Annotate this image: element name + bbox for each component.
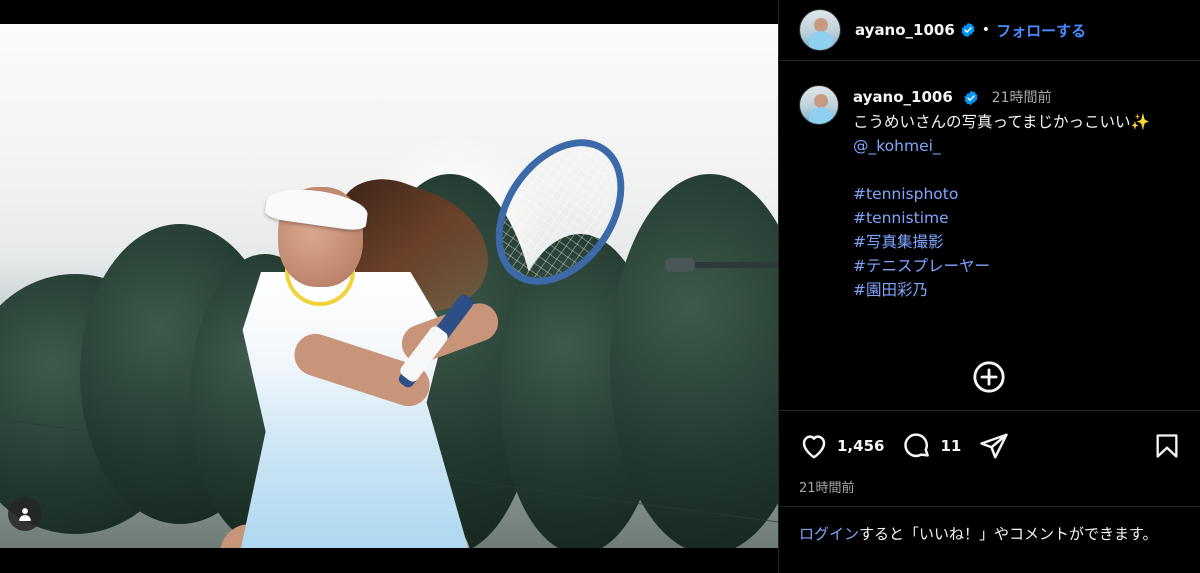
separator-dot: • (981, 22, 991, 38)
post-photo (0, 24, 778, 548)
tennis-player (0, 24, 778, 548)
caption-body: ayano_1006 21時間前 こうめいさんの写真ってまじかっこいい✨ @_k… (853, 85, 1180, 302)
comment-count[interactable]: 11 (940, 437, 961, 455)
header-username[interactable]: ayano_1006 (855, 21, 955, 39)
caption-row: ayano_1006 21時間前 こうめいさんの写真ってまじかっこいい✨ @_k… (799, 85, 1180, 302)
hashtag-link[interactable]: #tennisphoto (853, 182, 1180, 206)
bookmark-icon[interactable] (1153, 432, 1181, 460)
mention-link[interactable]: @_kohmei_ (853, 134, 1180, 158)
heart-icon[interactable] (799, 431, 829, 461)
avatar[interactable] (799, 9, 841, 51)
post-timestamp[interactable]: 21時間前 (799, 477, 1181, 496)
racquet-head (469, 114, 651, 310)
hashtag-link[interactable]: #テニスプレーヤー (853, 254, 1180, 278)
caption-area: ayano_1006 21時間前 こうめいさんの写真ってまじかっこいい✨ @_k… (779, 61, 1200, 409)
caption-username[interactable]: ayano_1006 (853, 88, 953, 106)
login-link[interactable]: ログイン (799, 525, 859, 543)
hashtag-link[interactable]: #園田彩乃 (853, 278, 1180, 302)
player-dress (238, 272, 468, 548)
login-prompt: ログインすると「いいね！」やコメントができます。 (779, 506, 1200, 546)
caption-text: こうめいさんの写真ってまじかっこいい✨ (853, 113, 1150, 131)
caption-timestamp[interactable]: 21時間前 (992, 90, 1052, 106)
user-tag-button[interactable] (8, 497, 42, 531)
login-prompt-text: すると「いいね！」やコメントができます。 (859, 525, 1158, 543)
follow-button[interactable]: フォローする (996, 20, 1086, 41)
verified-badge-icon (961, 22, 975, 38)
hashtag-link[interactable]: #写真集撮影 (853, 230, 1180, 254)
action-row: 1,456 11 (799, 429, 1181, 463)
hashtag-link[interactable]: #tennistime (853, 206, 1180, 230)
like-count[interactable]: 1,456 (837, 437, 884, 455)
avatar[interactable] (799, 85, 839, 125)
add-circle-icon[interactable] (972, 360, 1006, 394)
user-tag-icon (19, 508, 31, 521)
post-media[interactable] (0, 0, 778, 573)
post-actions: 1,456 11 21時間前 (779, 410, 1200, 496)
comment-icon[interactable] (902, 431, 932, 461)
post-header: ayano_1006 • フォローする (779, 0, 1200, 61)
post-side-panel: ayano_1006 • フォローする ayano_1006 21時間前 こうめ… (778, 0, 1200, 573)
verified-badge-icon (964, 90, 978, 105)
send-icon[interactable] (979, 431, 1009, 461)
